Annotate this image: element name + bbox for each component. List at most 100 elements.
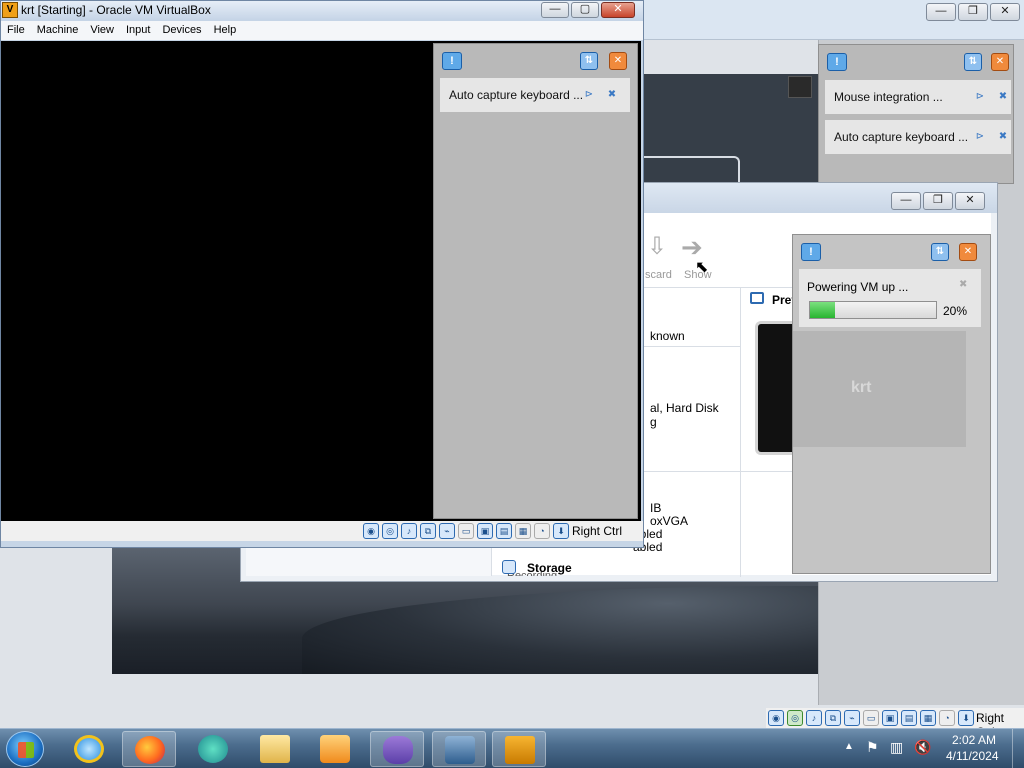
taskbar-internet-explorer[interactable] [62, 731, 116, 767]
notification-center-icon[interactable]: ! [801, 243, 821, 261]
progress-notification-header: ! ⇅ ✕ [793, 235, 990, 269]
storage-header[interactable]: Storage [527, 561, 572, 575]
vm-host-key-label: Right Ctrl [572, 524, 623, 538]
usb-icon[interactable]: ⌁ [844, 710, 860, 726]
menu-help[interactable]: Help [208, 21, 243, 40]
progress-bar [809, 301, 937, 319]
vm-app-icon: V [2, 2, 18, 18]
taskbar-file-explorer[interactable] [248, 731, 302, 767]
cpu-icon[interactable]: ▦ [515, 523, 531, 539]
taskbar-visual-studio[interactable] [370, 731, 424, 767]
tray-clock-time[interactable]: 2:02 AM [952, 733, 996, 747]
menu-file[interactable]: File [1, 21, 31, 40]
mouse-cursor-icon: ⬉ [695, 259, 709, 276]
vm-close-button[interactable]: ✕ [601, 2, 635, 18]
mouse-integration-icon[interactable]: ◔ [939, 710, 955, 726]
discard-icon[interactable]: ⇩ [647, 233, 669, 263]
taskbar-virtualbox-vm[interactable] [492, 731, 546, 767]
internet-explorer-icon [74, 735, 104, 763]
host-minimize-button[interactable]: — [926, 3, 956, 21]
audio-icon[interactable]: ♪ [401, 523, 417, 539]
network-icon[interactable]: ⧉ [825, 710, 841, 726]
taskbar-media-app[interactable] [186, 731, 240, 767]
manager-minimize-button[interactable]: — [891, 192, 921, 210]
cpu-icon[interactable]: ▦ [920, 710, 936, 726]
vm-instance-icon [505, 736, 535, 764]
shared-folders-icon[interactable]: ▭ [458, 523, 474, 539]
vm-menubar: File Machine View Input Devices Help [1, 21, 643, 40]
close-notification-icon[interactable]: ✖ [997, 131, 1009, 143]
host-status-icons: ◉ ◎ ♪ ⧉ ⌁ ▭ ▣ ▤ ▦ ◔ ⬇ [768, 710, 974, 726]
sort-notifications-icon[interactable]: ⇅ [931, 243, 949, 261]
sort-notifications-icon[interactable]: ⇅ [964, 53, 982, 71]
mouse-integration-icon[interactable]: ◔ [534, 523, 550, 539]
optical-drive-icon[interactable]: ◎ [382, 523, 398, 539]
vm-minimize-button[interactable]: — [541, 2, 569, 18]
start-button[interactable] [6, 731, 44, 767]
menu-machine[interactable]: Machine [31, 21, 85, 40]
notification-center-icon[interactable]: ! [442, 52, 462, 70]
toggle-sticky-icon[interactable]: ⊳ [583, 89, 595, 101]
network-icon[interactable]: ⧉ [420, 523, 436, 539]
toggle-sticky-icon[interactable]: ⊳ [974, 91, 986, 103]
display-icon[interactable]: ▣ [477, 523, 493, 539]
progress-bar-fill [810, 302, 836, 318]
preview-icon [750, 292, 764, 304]
hard-disk-icon[interactable]: ◉ [363, 523, 379, 539]
host-restore-button[interactable]: ❐ [958, 3, 988, 21]
close-notification-icon[interactable]: ✖ [606, 89, 618, 101]
notification-item: Mouse integration ... ⊳ ✖ [825, 80, 1011, 114]
host-signal-icon [788, 76, 812, 98]
manager-close-button[interactable]: ✕ [955, 192, 985, 210]
vm-notification-center: ! ⇅ ✕ Auto capture keyboard ... ⊳ ✖ [433, 43, 638, 519]
show-desktop-button[interactable] [1012, 729, 1024, 768]
notification-item: Auto capture keyboard ... ⊳ ✖ [825, 120, 1011, 154]
host-close-button[interactable]: ✕ [990, 3, 1020, 21]
progress-percent: 20% [943, 304, 968, 318]
tray-show-hidden-icon[interactable]: ▲ [844, 741, 854, 752]
tray-network-icon[interactable]: ▥ [890, 739, 903, 756]
vm-maximize-button[interactable]: ▢ [571, 2, 599, 18]
progress-close-icon[interactable]: ✖ [959, 279, 967, 290]
discard-button-label[interactable]: scard [645, 269, 672, 281]
host-window-titlebar: — ❐ ✕ [640, 0, 1024, 40]
sort-notifications-icon[interactable]: ⇅ [580, 52, 598, 70]
host-window-controls: — ❐ ✕ [926, 3, 1020, 21]
tray-volume-muted-icon[interactable]: 🔇 [914, 739, 931, 756]
tray-clock-date[interactable]: 4/11/2024 [946, 749, 999, 763]
recording-icon[interactable]: ▤ [496, 523, 512, 539]
vm-window-title: krt [Starting] - Oracle VM VirtualBox [21, 3, 211, 17]
shared-folders-icon[interactable]: ▭ [863, 710, 879, 726]
close-all-notifications-icon[interactable]: ✕ [609, 52, 627, 70]
virtualbox-icon [445, 736, 475, 764]
host-key-icon[interactable]: ⬇ [553, 523, 569, 539]
usb-icon[interactable]: ⌁ [439, 523, 455, 539]
taskbar-media-player[interactable] [308, 731, 362, 767]
hard-disk-icon[interactable]: ◉ [768, 710, 784, 726]
manager-restore-button[interactable]: ❐ [923, 192, 953, 210]
manager-left-pane [246, 548, 492, 576]
infinity-icon [383, 736, 413, 764]
row-separator [639, 346, 740, 347]
optical-drive-icon[interactable]: ◎ [787, 710, 803, 726]
display-video-memory-fragment: IB [650, 501, 662, 515]
taskbar-firefox[interactable] [122, 731, 176, 767]
close-notification-icon[interactable]: ✖ [997, 91, 1009, 103]
recording-icon[interactable]: ▤ [901, 710, 917, 726]
manager-window-controls: — ❐ ✕ [891, 192, 985, 210]
notification-label: Mouse integration ... [834, 90, 943, 104]
notification-center-icon[interactable]: ! [827, 53, 847, 71]
audio-icon[interactable]: ♪ [806, 710, 822, 726]
display-icon[interactable]: ▣ [882, 710, 898, 726]
taskbar-virtualbox-manager[interactable] [432, 731, 486, 767]
host-key-icon[interactable]: ⬇ [958, 710, 974, 726]
menu-view[interactable]: View [84, 21, 120, 40]
tray-action-center-icon[interactable]: ⚑ [866, 739, 879, 756]
vm-status-icons: ◉ ◎ ♪ ⧉ ⌁ ▭ ▣ ▤ ▦ ◔ ⬇ [363, 523, 569, 539]
vm-window-controls: — ▢ ✕ [541, 2, 635, 18]
toggle-sticky-icon[interactable]: ⊳ [974, 131, 986, 143]
close-all-notifications-icon[interactable]: ✕ [959, 243, 977, 261]
menu-input[interactable]: Input [120, 21, 156, 40]
close-all-notifications-icon[interactable]: ✕ [991, 53, 1009, 71]
menu-devices[interactable]: Devices [156, 21, 207, 40]
